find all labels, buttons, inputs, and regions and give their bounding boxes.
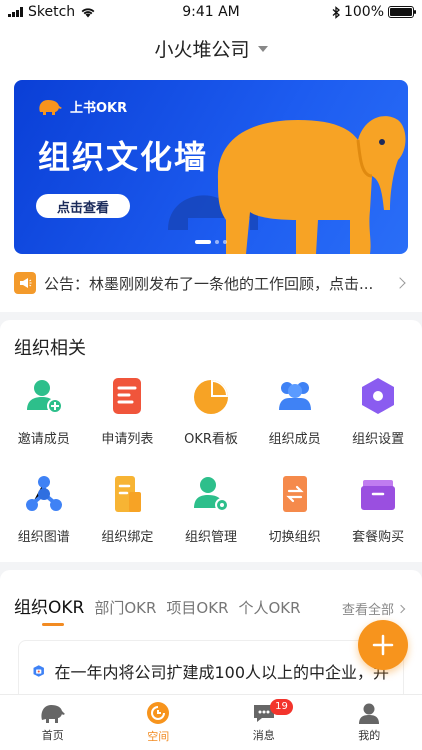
plus-icon bbox=[372, 634, 394, 656]
banner-logo: 上书OKR bbox=[36, 96, 127, 116]
item-label: OKR看板 bbox=[184, 432, 238, 447]
item-label: 组织绑定 bbox=[101, 530, 154, 545]
space-icon bbox=[147, 702, 170, 724]
item-label: 组织管理 bbox=[184, 530, 237, 545]
org-function-grid: 邀请成员 申请列表 OKR看板 组织成员 组织设置 组织图谱 组织绑定 组织管理… bbox=[0, 366, 422, 562]
announcement-text: 公告：林墨刚刚发布了一条他的工作回顾，点击... bbox=[44, 274, 374, 293]
elephant-home-icon bbox=[41, 705, 65, 723]
tab-home[interactable]: 首页 bbox=[0, 695, 106, 750]
invite-member-button[interactable]: 邀请成员 bbox=[2, 366, 86, 464]
org-settings-button[interactable]: 组织设置 bbox=[336, 366, 420, 464]
okr-goal-text: 在一年内将公司扩建成100人以上的中企业，并 bbox=[54, 663, 389, 682]
item-label: 组织图谱 bbox=[17, 530, 70, 545]
status-time: 9:41 AM bbox=[182, 4, 240, 20]
megaphone-icon bbox=[14, 272, 36, 294]
tab-label: 消息 bbox=[252, 729, 275, 742]
tab-space[interactable]: 空间 bbox=[106, 695, 212, 750]
banner-brand: 上书OKR bbox=[70, 100, 128, 116]
battery-percent: 100% bbox=[343, 4, 384, 20]
org-graph-icon bbox=[25, 476, 62, 511]
carrier-name: Sketch bbox=[28, 4, 76, 20]
tab-me[interactable]: 我的 bbox=[317, 695, 422, 750]
banner-carousel[interactable]: 上书OKR 组织文化墙 点击查看 bbox=[14, 80, 408, 254]
item-label: 组织设置 bbox=[352, 432, 405, 447]
chevron-right-icon bbox=[396, 604, 406, 613]
okr-goal-card[interactable]: 在一年内将公司扩建成100人以上的中企业，并 bbox=[18, 640, 404, 702]
application-list-button[interactable]: 申请列表 bbox=[86, 366, 170, 464]
carousel-indicator bbox=[195, 240, 227, 244]
tab-project-okr[interactable]: 项目OKR bbox=[166, 597, 228, 618]
header[interactable]: 小火堆公司 bbox=[0, 24, 422, 72]
org-members-icon bbox=[278, 382, 311, 410]
package-buy-icon bbox=[361, 480, 396, 510]
tab-dept-okr[interactable]: 部门OKR bbox=[94, 597, 156, 618]
battery-icon bbox=[388, 6, 416, 18]
org-title: 小火堆公司 bbox=[154, 38, 250, 61]
item-label: 申请列表 bbox=[101, 432, 154, 447]
okr-tabs: 组织OKR 部门OKR 项目OKR 个人OKR 查看全部 bbox=[0, 570, 422, 626]
status-bar: Sketch 9:41 AM 100% bbox=[0, 0, 422, 24]
org-members-button[interactable]: 组织成员 bbox=[253, 366, 337, 464]
switch-org-button[interactable]: 切换组织 bbox=[253, 464, 337, 562]
tab-org-okr[interactable]: 组织OKR bbox=[14, 593, 84, 626]
package-buy-button[interactable]: 套餐购买 bbox=[336, 464, 420, 562]
okr-board-icon bbox=[193, 380, 228, 414]
banner-elephant-illustration bbox=[168, 116, 406, 254]
tab-label: 首页 bbox=[41, 729, 64, 742]
unread-badge: 19 bbox=[270, 699, 293, 715]
item-label: 切换组织 bbox=[268, 530, 321, 545]
org-settings-icon bbox=[362, 378, 395, 414]
org-graph-button[interactable]: 组织图谱 bbox=[2, 464, 86, 562]
okr-board-button[interactable]: OKR看板 bbox=[169, 366, 253, 464]
add-fab-button[interactable] bbox=[358, 620, 408, 670]
invite-member-icon bbox=[26, 380, 63, 414]
bottom-tab-bar: 首页 空间 19 消息 我的 bbox=[0, 694, 422, 750]
banner-view-button[interactable]: 点击查看 bbox=[36, 194, 130, 218]
user-icon bbox=[359, 703, 380, 724]
tab-messages[interactable]: 19 消息 bbox=[211, 695, 317, 750]
item-label: 套餐购买 bbox=[352, 530, 405, 545]
org-bind-button[interactable]: 组织绑定 bbox=[86, 464, 170, 562]
dropdown-caret-icon[interactable] bbox=[257, 46, 268, 52]
org-manage-button[interactable]: 组织管理 bbox=[169, 464, 253, 562]
item-label: 邀请成员 bbox=[17, 432, 70, 447]
view-all-link[interactable]: 查看全部 bbox=[342, 599, 408, 618]
announcement-bar[interactable]: 公告：林墨刚刚发布了一条他的工作回顾，点击... bbox=[14, 254, 408, 312]
tab-label: 我的 bbox=[358, 729, 381, 742]
view-all-label: 查看全部 bbox=[341, 603, 394, 618]
org-manage-icon bbox=[193, 477, 229, 512]
tab-label: 空间 bbox=[147, 730, 170, 743]
wifi-icon bbox=[81, 8, 95, 18]
item-label: 组织成员 bbox=[268, 432, 321, 447]
chevron-right-icon bbox=[394, 277, 406, 289]
org-badge-icon bbox=[33, 665, 44, 677]
switch-org-icon bbox=[282, 476, 307, 512]
org-section-title: 组织相关 bbox=[14, 338, 86, 359]
org-section: 组织相关 邀请成员 申请列表 OKR看板 组织成员 组织设置 组织图谱 组织绑定 bbox=[0, 320, 422, 562]
org-bind-icon bbox=[115, 476, 142, 512]
bluetooth-icon bbox=[332, 5, 340, 19]
tab-personal-okr[interactable]: 个人OKR bbox=[239, 597, 301, 618]
application-list-icon bbox=[113, 378, 142, 414]
signal-icon bbox=[8, 7, 23, 17]
elephant-logo-icon bbox=[39, 100, 62, 115]
